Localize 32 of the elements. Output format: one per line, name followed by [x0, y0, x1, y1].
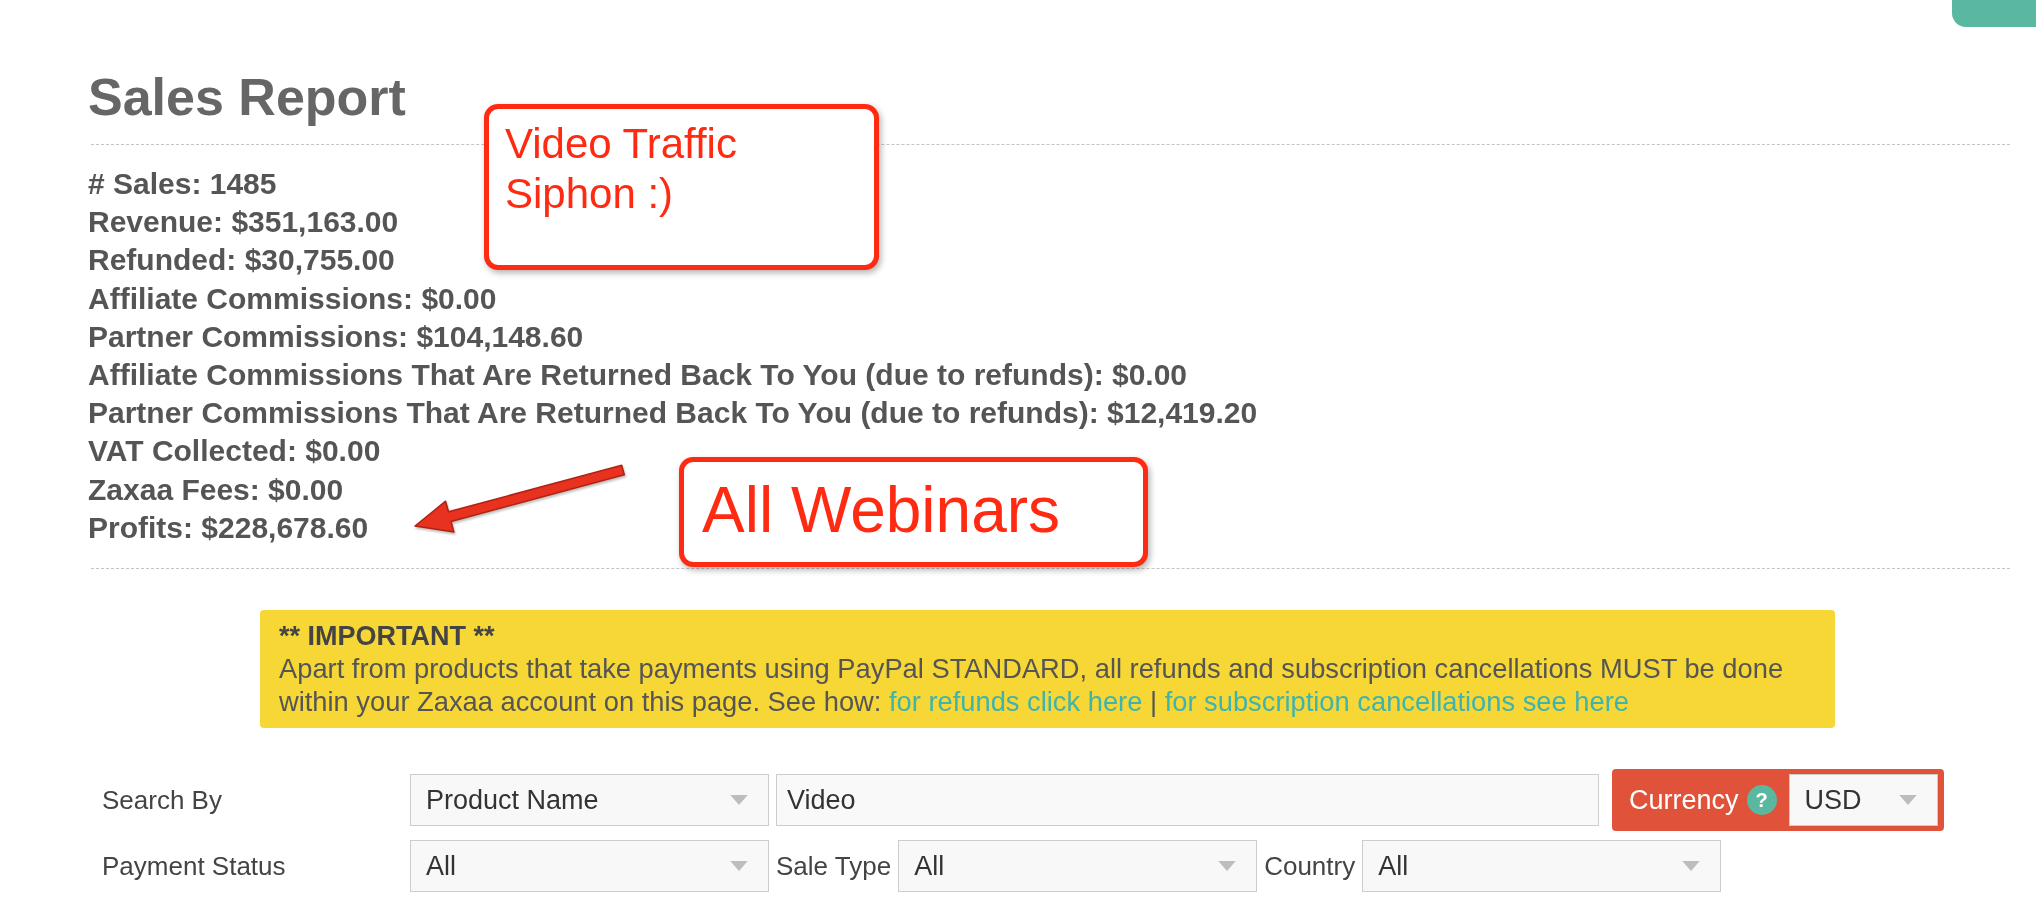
stat-line: Revenue: $351,163.00 [88, 204, 399, 241]
stat-line: Affiliate Commissions: $0.00 [88, 280, 497, 317]
stat-line: Affiliate Commissions That Are Returned Back To You (due to refunds): $0.00 [88, 357, 1188, 393]
callout-note: Video Traffic Siphon :) [484, 104, 879, 270]
caret-icon [1898, 795, 1917, 806]
caret-icon [730, 861, 748, 872]
caret-icon [730, 795, 748, 806]
notice-text: Apart from products that take payments using PayPal STANDARD, all refunds and subscription cancellations MUST be done within your Zaxaa account on this page. See how: for refunds click here | for subscription cancellations see here [279, 652, 1785, 719]
stat-line: Zaxaa Fees: $0.00 [88, 471, 344, 508]
dropdown-field[interactable]: All [410, 840, 769, 893]
dropdown-field[interactable]: All [898, 840, 1258, 893]
stat-line: Profits: $228,678.60 [88, 509, 369, 546]
callout-note: All Webinars [679, 457, 1148, 567]
stat-line: # Sales: 1485 [88, 166, 277, 202]
dropdown-field[interactable]: Product Name [410, 774, 769, 827]
page-title: Sales Report [88, 67, 406, 127]
stat-line: VAT Collected: $0.00 [88, 433, 381, 470]
search-field[interactable]: Video [776, 774, 1599, 827]
caret-icon [1682, 861, 1701, 872]
stat-line: Partner Commissions That Are Returned Back To You (due to refunds): $12,419.20 [88, 395, 1258, 432]
filter-label: Search By [102, 784, 222, 815]
currency-dropdown[interactable]: USD [1788, 774, 1938, 827]
header-button[interactable] [1952, 0, 2036, 27]
dropdown-field[interactable]: All [1362, 840, 1722, 893]
filter-label: Payment Status [102, 850, 286, 881]
currency-label: Currency [1629, 784, 1739, 816]
stat-line: Refunded: $30,755.00 [88, 242, 395, 279]
caret-icon [1218, 861, 1237, 872]
notice-heading: ** IMPORTANT ** [279, 620, 495, 653]
filter-label: Country [1264, 850, 1356, 882]
stat-line: Partner Commissions: $104,148.60 [88, 318, 584, 355]
filter-label: Sale Type [776, 850, 892, 882]
